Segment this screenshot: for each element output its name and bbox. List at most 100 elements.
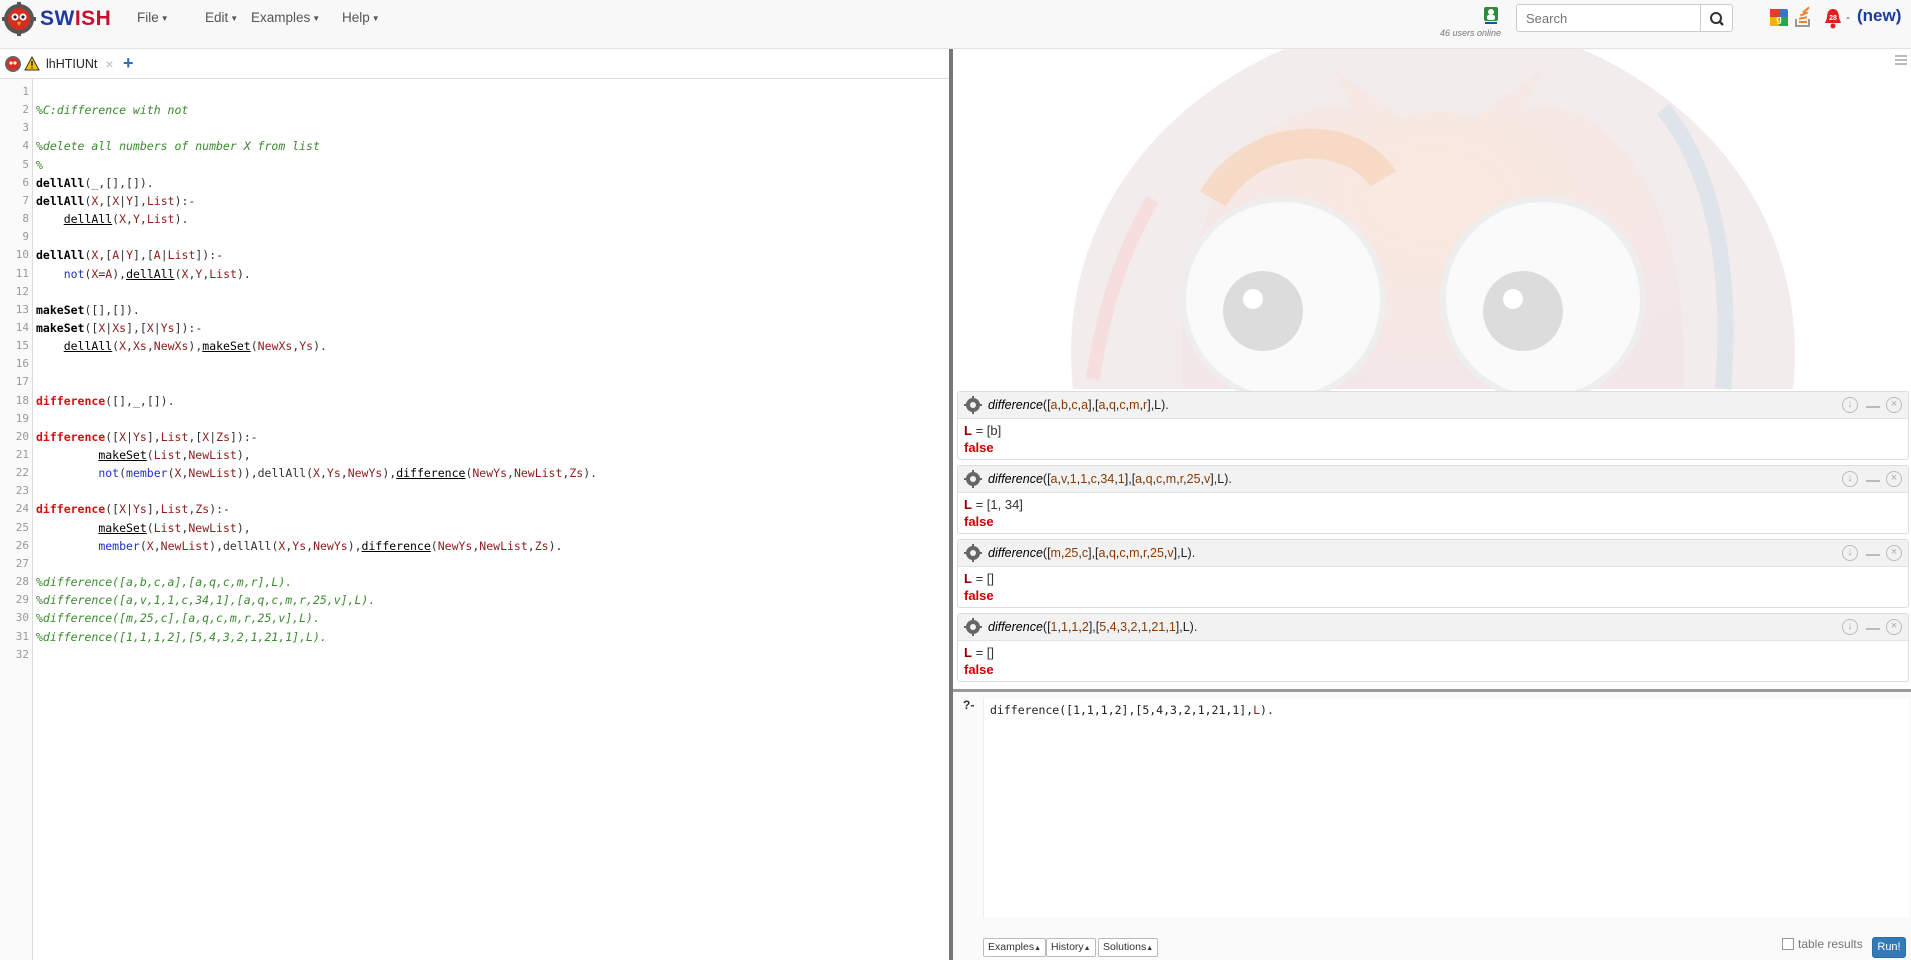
query-text: difference([m,25,c],[a,q,c,m,r,25,v],L). <box>988 546 1195 560</box>
result-status: false <box>964 588 994 603</box>
history-button-label: History <box>1051 941 1084 953</box>
query-controls: ↓ × <box>1836 545 1902 561</box>
query-header: difference([a,v,1,1,c,34,1],[a,q,c,m,r,2… <box>958 466 1908 493</box>
menu-edit[interactable]: Edit ▼ <box>205 10 238 25</box>
download-icon[interactable]: ↓ <box>1842 619 1858 635</box>
examples-button-label: Examples <box>988 941 1035 953</box>
menu-examples[interactable]: Examples ▼ <box>251 10 320 25</box>
result-binding: L = [1, 34] <box>964 496 1902 513</box>
query-text: difference([a,v,1,1,c,34,1],[a,q,c,m,r,2… <box>988 472 1232 486</box>
new-tab-button[interactable]: + <box>123 53 134 74</box>
query-header: difference([1,1,1,2],[5,4,3,2,1,21,1],L)… <box>958 614 1908 641</box>
code-line-text: difference([X|Ys],List,[X|Zs]):- <box>36 429 258 444</box>
search-input[interactable] <box>1516 4 1701 32</box>
result-var: L <box>964 497 972 512</box>
query-header: difference([a,b,c,a],[a,q,c,m,r],L). ↓ × <box>958 392 1908 419</box>
editor-pane: lhHTIUNt × + 1 2 %C:difference with not 3 4%… <box>0 49 950 960</box>
google-plus-icon[interactable]: g <box>1769 6 1789 28</box>
examples-button[interactable]: Examples▲ <box>983 938 1047 957</box>
close-icon[interactable]: × <box>105 56 113 72</box>
caret-up-icon: ▲ <box>1034 945 1042 952</box>
query-predicate: difference <box>988 398 1043 412</box>
menu-file[interactable]: File ▼ <box>137 10 169 25</box>
brand[interactable]: SWISH <box>40 7 111 31</box>
tab-program[interactable]: lhHTIUNt × <box>0 49 114 79</box>
minimize-icon[interactable] <box>1866 614 1880 630</box>
line-number: 3 <box>22 121 29 135</box>
result-var: L <box>964 423 972 438</box>
gear-icon[interactable] <box>964 470 982 488</box>
line-number: 5 <box>22 157 29 171</box>
run-button[interactable]: Run! <box>1872 937 1906 958</box>
editor-tabbar: lhHTIUNt × + <box>0 49 950 79</box>
query-prompt: ?- <box>963 698 975 712</box>
close-icon[interactable]: × <box>1886 545 1902 561</box>
history-button[interactable]: History▲ <box>1046 938 1096 957</box>
query-editor[interactable]: difference([1,1,1,2],[5,4,3,2,1,21,1],L)… <box>983 698 1909 918</box>
caret-up-icon: ▲ <box>1146 945 1154 952</box>
navbar: SWISH File ▼ Edit ▼ Examples ▼ Help ▼ 46 use… <box>0 0 1911 49</box>
result-value: = [b] <box>971 423 1002 438</box>
code-line-text: member(X,NewList),dellAll(X,Ys,NewYs),di… <box>98 538 563 553</box>
brand-ish: ISH <box>74 7 112 30</box>
download-icon[interactable]: ↓ <box>1842 545 1858 561</box>
result-binding: L = [b] <box>964 422 1902 439</box>
solutions-button[interactable]: Solutions▲ <box>1098 938 1159 957</box>
result-value: = [] <box>971 645 994 660</box>
gear-icon[interactable] <box>964 396 982 414</box>
result-value: = [1, 34] <box>971 497 1023 512</box>
download-icon[interactable]: ↓ <box>1842 397 1858 413</box>
gear-icon[interactable] <box>964 618 982 636</box>
code-line-text: makeSet([],[]). <box>36 302 140 317</box>
search-icon <box>1710 12 1724 26</box>
code-line-text: dellAll(_,[],[]). <box>36 175 154 190</box>
line-number: 6 <box>22 175 29 189</box>
code-line-text: dellAll(X,[X|Y],List):- <box>36 193 196 208</box>
line-number: 26 <box>15 538 29 552</box>
minimize-icon[interactable] <box>1866 540 1880 556</box>
stackoverflow-icon[interactable] <box>1793 6 1813 28</box>
download-icon[interactable]: ↓ <box>1842 471 1858 487</box>
close-icon[interactable]: × <box>1886 471 1902 487</box>
line-number: 30 <box>15 611 29 625</box>
table-results-checkbox[interactable] <box>1782 938 1794 950</box>
line-number: 12 <box>15 284 29 298</box>
menu-file-label: File <box>137 10 159 25</box>
new-icon[interactable]: (new) <box>1857 6 1901 26</box>
query-predicate: difference <box>988 546 1043 560</box>
query-args: ([m,25,c],[a,q,c,m,r,25,v],L). <box>1042 546 1196 560</box>
gear-icon[interactable] <box>964 544 982 562</box>
result-var: L <box>964 645 972 660</box>
notifications-icon[interactable]: 28 <box>1822 6 1844 30</box>
minimize-icon[interactable] <box>1866 392 1880 408</box>
minimize-icon[interactable] <box>1866 466 1880 482</box>
query-args: ([1,1,1,2],[5,4,3,2,1,21,1],L). <box>1042 620 1198 634</box>
line-number: 21 <box>15 448 29 461</box>
menu-help[interactable]: Help ▼ <box>342 10 380 25</box>
close-icon[interactable]: × <box>1886 397 1902 413</box>
code-line-text: %difference([a,b,c,a],[a,q,c,m,r],L). <box>36 575 293 590</box>
code-line-text: %difference([m,25,c],[a,q,c,m,r,25,v],L)… <box>36 611 320 626</box>
warning-icon <box>24 56 40 71</box>
users-online-icon[interactable] <box>1482 5 1500 25</box>
swish-logo-icon[interactable] <box>2 2 36 36</box>
line-number: 28 <box>15 575 29 589</box>
query-input-text: difference([1,1,1,2],[5,4,3,2,1,21,1],L)… <box>990 703 1274 717</box>
line-number: 8 <box>22 212 29 226</box>
code-line-text: not(X=A),dellAll(X,Y,List). <box>63 266 251 281</box>
table-results-toggle[interactable]: table results <box>1782 937 1863 951</box>
line-number: 23 <box>15 484 29 498</box>
line-number: 22 <box>15 466 29 480</box>
menu-edit-label: Edit <box>205 10 229 25</box>
code-line-text: %delete all numbers of number X from lis… <box>36 139 320 154</box>
close-icon[interactable]: × <box>1886 619 1902 635</box>
menu-icon[interactable] <box>1895 55 1907 67</box>
code-editor[interactable]: 1 2 %C:difference with not 3 4 %delete all nu… <box>0 79 948 960</box>
search-button[interactable] <box>1700 4 1733 32</box>
line-number: 14 <box>15 320 29 334</box>
result-status: false <box>964 514 994 529</box>
query-predicate: difference <box>988 620 1043 634</box>
answer-block: difference([1,1,1,2],[5,4,3,2,1,21,1],L)… <box>957 613 1909 682</box>
caret-down-icon: ▼ <box>230 13 239 23</box>
line-number: 31 <box>15 629 29 643</box>
